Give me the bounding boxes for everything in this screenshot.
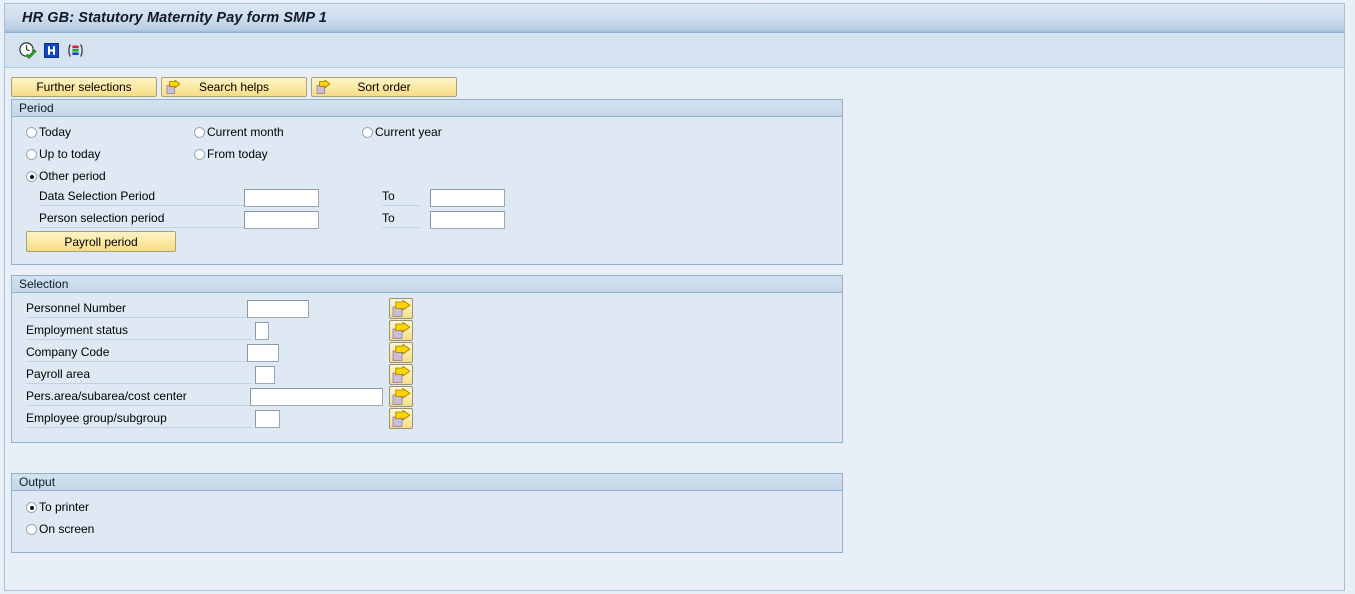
sort-order-label: Sort order [357,80,411,94]
selection-screen-content: Further selections Search helps Sort ord… [4,68,1345,591]
payroll-area-multiple-selection-button[interactable] [389,364,413,385]
personnel-number-input[interactable] [247,300,309,318]
data-selection-period-to-input[interactable] [430,189,505,207]
person-selection-period-from-input[interactable] [244,211,319,229]
person-selection-period-to-label: To [382,211,420,228]
pers-area-subarea-cost-center-label: Pers.area/subarea/cost center [26,389,252,406]
payroll-area-label: Payroll area [26,367,252,384]
person-selection-period-to-input[interactable] [430,211,505,229]
company-code-label: Company Code [26,345,252,362]
application-toolbar: © www.tutorialkart.com [4,33,1345,92]
selection-panel: Selection Personnel Number Employment st… [11,275,843,443]
employment-status-input[interactable] [255,322,269,340]
radio-to-printer-label: To printer [39,500,90,514]
output-panel-header: Output [12,474,842,491]
arrow-right-icon [392,410,411,427]
radio-on-screen-label: On screen [39,522,95,536]
search-helps-label: Search helps [198,80,270,94]
employee-group-subgroup-label: Employee group/subgroup [26,411,252,428]
search-helps-button[interactable]: Search helps [161,77,307,97]
further-selections-button[interactable]: Further selections [11,77,157,97]
period-panel-header: Period [12,100,842,117]
employment-status-multiple-selection-button[interactable] [389,320,413,341]
radio-on-screen-dot [26,524,37,535]
arrow-right-icon [316,79,331,95]
arrow-right-icon [392,322,411,339]
radio-to-printer-dot [26,502,37,513]
radio-up-to-today-dot [26,149,37,160]
sap-application-window: HR GB: Statutory Maternity Pay form SMP … [0,0,1355,594]
selection-panel-header: Selection [12,276,842,293]
company-code-multiple-selection-button[interactable] [389,342,413,363]
radio-up-to-today-label: Up to today [39,147,101,161]
personnel-number-label: Personnel Number [26,301,252,318]
arrow-right-icon [392,388,411,405]
pers-area-multiple-selection-button[interactable] [389,386,413,407]
employee-group-multiple-selection-button[interactable] [389,408,413,429]
radio-today-dot [26,127,37,138]
execute-icon[interactable] [18,41,37,60]
arrow-right-icon [392,300,411,317]
info-icon[interactable] [42,41,61,60]
employee-group-subgroup-input[interactable] [255,410,280,428]
personnel-number-multiple-selection-button[interactable] [389,298,413,319]
radio-today-label: Today [39,125,72,139]
payroll-period-button[interactable]: Payroll period [26,231,176,252]
window-title-bar: HR GB: Statutory Maternity Pay form SMP … [4,3,1345,33]
pers-area-subarea-cost-center-input[interactable] [250,388,383,406]
payroll-area-input[interactable] [255,366,275,384]
radio-current-year-dot [362,127,373,138]
period-panel: Period Today Current month Current year [11,99,843,265]
radio-other-period-dot [26,171,37,182]
person-selection-period-label: Person selection period [39,211,244,228]
data-selection-period-from-input[interactable] [244,189,319,207]
radio-current-year-label: Current year [375,125,442,139]
employment-status-label: Employment status [26,323,252,340]
radio-current-month-dot [194,127,205,138]
radio-current-month-label: Current month [207,125,284,139]
arrow-right-icon [392,366,411,383]
arrow-right-icon [166,79,181,95]
radio-from-today-dot [194,149,205,160]
arrow-right-icon [392,344,411,361]
output-panel: Output To printer On screen [11,473,843,553]
company-code-input[interactable] [247,344,279,362]
variant-icon[interactable] [66,41,85,60]
page-title: HR GB: Statutory Maternity Pay form SMP … [22,10,327,26]
radio-other-period-label: Other period [39,169,106,183]
sort-order-button[interactable]: Sort order [311,77,457,97]
data-selection-period-to-label: To [382,189,420,206]
radio-from-today-label: From today [207,147,268,161]
data-selection-period-label: Data Selection Period [39,189,244,206]
